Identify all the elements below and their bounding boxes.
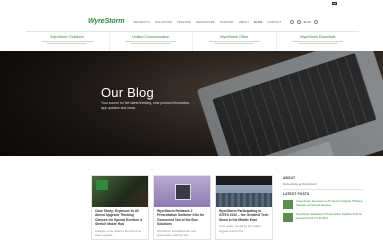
post-excerpt: Analysis of the patterns that forms as c…	[95, 228, 142, 237]
us-flag-icon	[332, 2, 337, 5]
switcher-product-icon	[175, 184, 191, 200]
account-icon[interactable]	[296, 19, 301, 24]
about-link[interactable]: Networking at WyreStorm	[283, 182, 363, 186]
category-desc-line	[47, 42, 88, 44]
nav-solutions[interactable]: SOLUTIONS	[155, 20, 172, 24]
category-unified-communication[interactable]: Unified Communication	[110, 32, 193, 51]
category-office[interactable]: WyreStorm Office	[193, 32, 277, 51]
header-tools: $0.00	[289, 19, 319, 24]
latest-posts-heading: LATEST POSTS	[283, 192, 310, 197]
latest-post-title[interactable]: WyreStorm Releases 2 Presentation Switch…	[296, 213, 363, 222]
category-desc-line	[41, 41, 93, 42]
category-solutions[interactable]: WyreStorm Solutions	[26, 32, 110, 51]
post-thumbnail[interactable]	[92, 176, 148, 207]
latest-post-item[interactable]: WyreStorm Releases 2 Presentation Switch…	[283, 213, 363, 223]
post-title[interactable]: WyreStorm Releases 2 Presentation Switch…	[154, 207, 210, 227]
category-desc-line	[130, 42, 171, 44]
nav-resources[interactable]: RESOURCES	[196, 20, 215, 24]
latest-post-title[interactable]: Case Study: Exposure to AV Aimed Upgrade…	[296, 200, 363, 209]
category-desc-line	[297, 42, 338, 44]
gitex-banner-icon	[216, 176, 272, 185]
blog-post-card[interactable]: Case Study: Exposure to AV Aimed Upgrade…	[91, 175, 149, 240]
latest-post-thumbnail[interactable]	[283, 200, 293, 210]
case-study-badge-icon	[96, 180, 108, 190]
nav-training[interactable]: TRAINING	[177, 20, 191, 24]
category-desc-line	[125, 41, 177, 42]
category-bar: WyreStorm Solutions Unified Communicatio…	[26, 31, 359, 51]
nav-support[interactable]: SUPPORT	[220, 20, 234, 24]
language-selector[interactable]	[332, 2, 337, 5]
about-heading: ABOUT	[283, 176, 296, 180]
page-subtitle: Your source for the latest thinking, new…	[101, 101, 191, 111]
category-desc-line	[292, 41, 344, 42]
latest-post-thumbnail[interactable]	[283, 213, 293, 223]
blog-sidebar: ABOUT Networking at WyreStorm LATEST POS…	[283, 176, 363, 240]
site-header: WyreStorm PRODUCTS SOLUTIONS TRAINING RE…	[26, 12, 359, 31]
blog-post-card[interactable]: WyreStorm Participating in GITEX 2022 – …	[215, 175, 273, 240]
post-thumbnail[interactable]	[154, 176, 210, 207]
nav-blog[interactable]: BLOG	[254, 20, 262, 24]
nav-about[interactable]: ABOUT	[239, 20, 249, 24]
category-title: WyreStorm Solutions	[50, 35, 85, 39]
logo[interactable]: WyreStorm	[88, 18, 124, 25]
page-title: Our Blog	[101, 85, 154, 100]
post-excerpt: WyreStorm introduced two new presentatio…	[157, 228, 196, 237]
utility-bar	[0, 0, 383, 10]
post-title[interactable]: Case Study: Exposure to AV Aimed Upgrade…	[92, 207, 148, 227]
cart-icon[interactable]	[314, 19, 319, 24]
search-icon[interactable]	[289, 19, 294, 24]
category-title: Unified Communication	[132, 35, 170, 39]
hero-banner	[0, 51, 383, 156]
post-thumbnail[interactable]	[216, 176, 272, 207]
category-title: WyreStorm Essentials	[300, 35, 336, 39]
post-excerpt: Once again, we will be the scaled bigges…	[219, 224, 261, 233]
nav-contact[interactable]: CONTACT	[268, 20, 282, 24]
nav-products[interactable]: PRODUCTS	[133, 20, 150, 24]
main-nav: PRODUCTS SOLUTIONS TRAINING RESOURCES SU…	[133, 20, 281, 24]
cart-total[interactable]: $0.00	[304, 20, 312, 24]
latest-post-item[interactable]: Case Study: Exposure to AV Aimed Upgrade…	[283, 200, 363, 210]
post-title[interactable]: WyreStorm Participating in GITEX 2022 – …	[216, 207, 272, 222]
category-desc-line	[214, 42, 255, 44]
blog-post-card[interactable]: WyreStorm Releases 2 Presentation Switch…	[153, 175, 211, 240]
blog-page: WyreStorm PRODUCTS SOLUTIONS TRAINING RE…	[0, 0, 383, 240]
category-title: WyreStorm Office	[220, 35, 249, 39]
category-desc-line	[208, 41, 260, 42]
hero-overlay	[0, 51, 383, 156]
city-skyline-image	[216, 193, 272, 207]
category-essentials[interactable]: WyreStorm Essentials	[277, 32, 360, 51]
